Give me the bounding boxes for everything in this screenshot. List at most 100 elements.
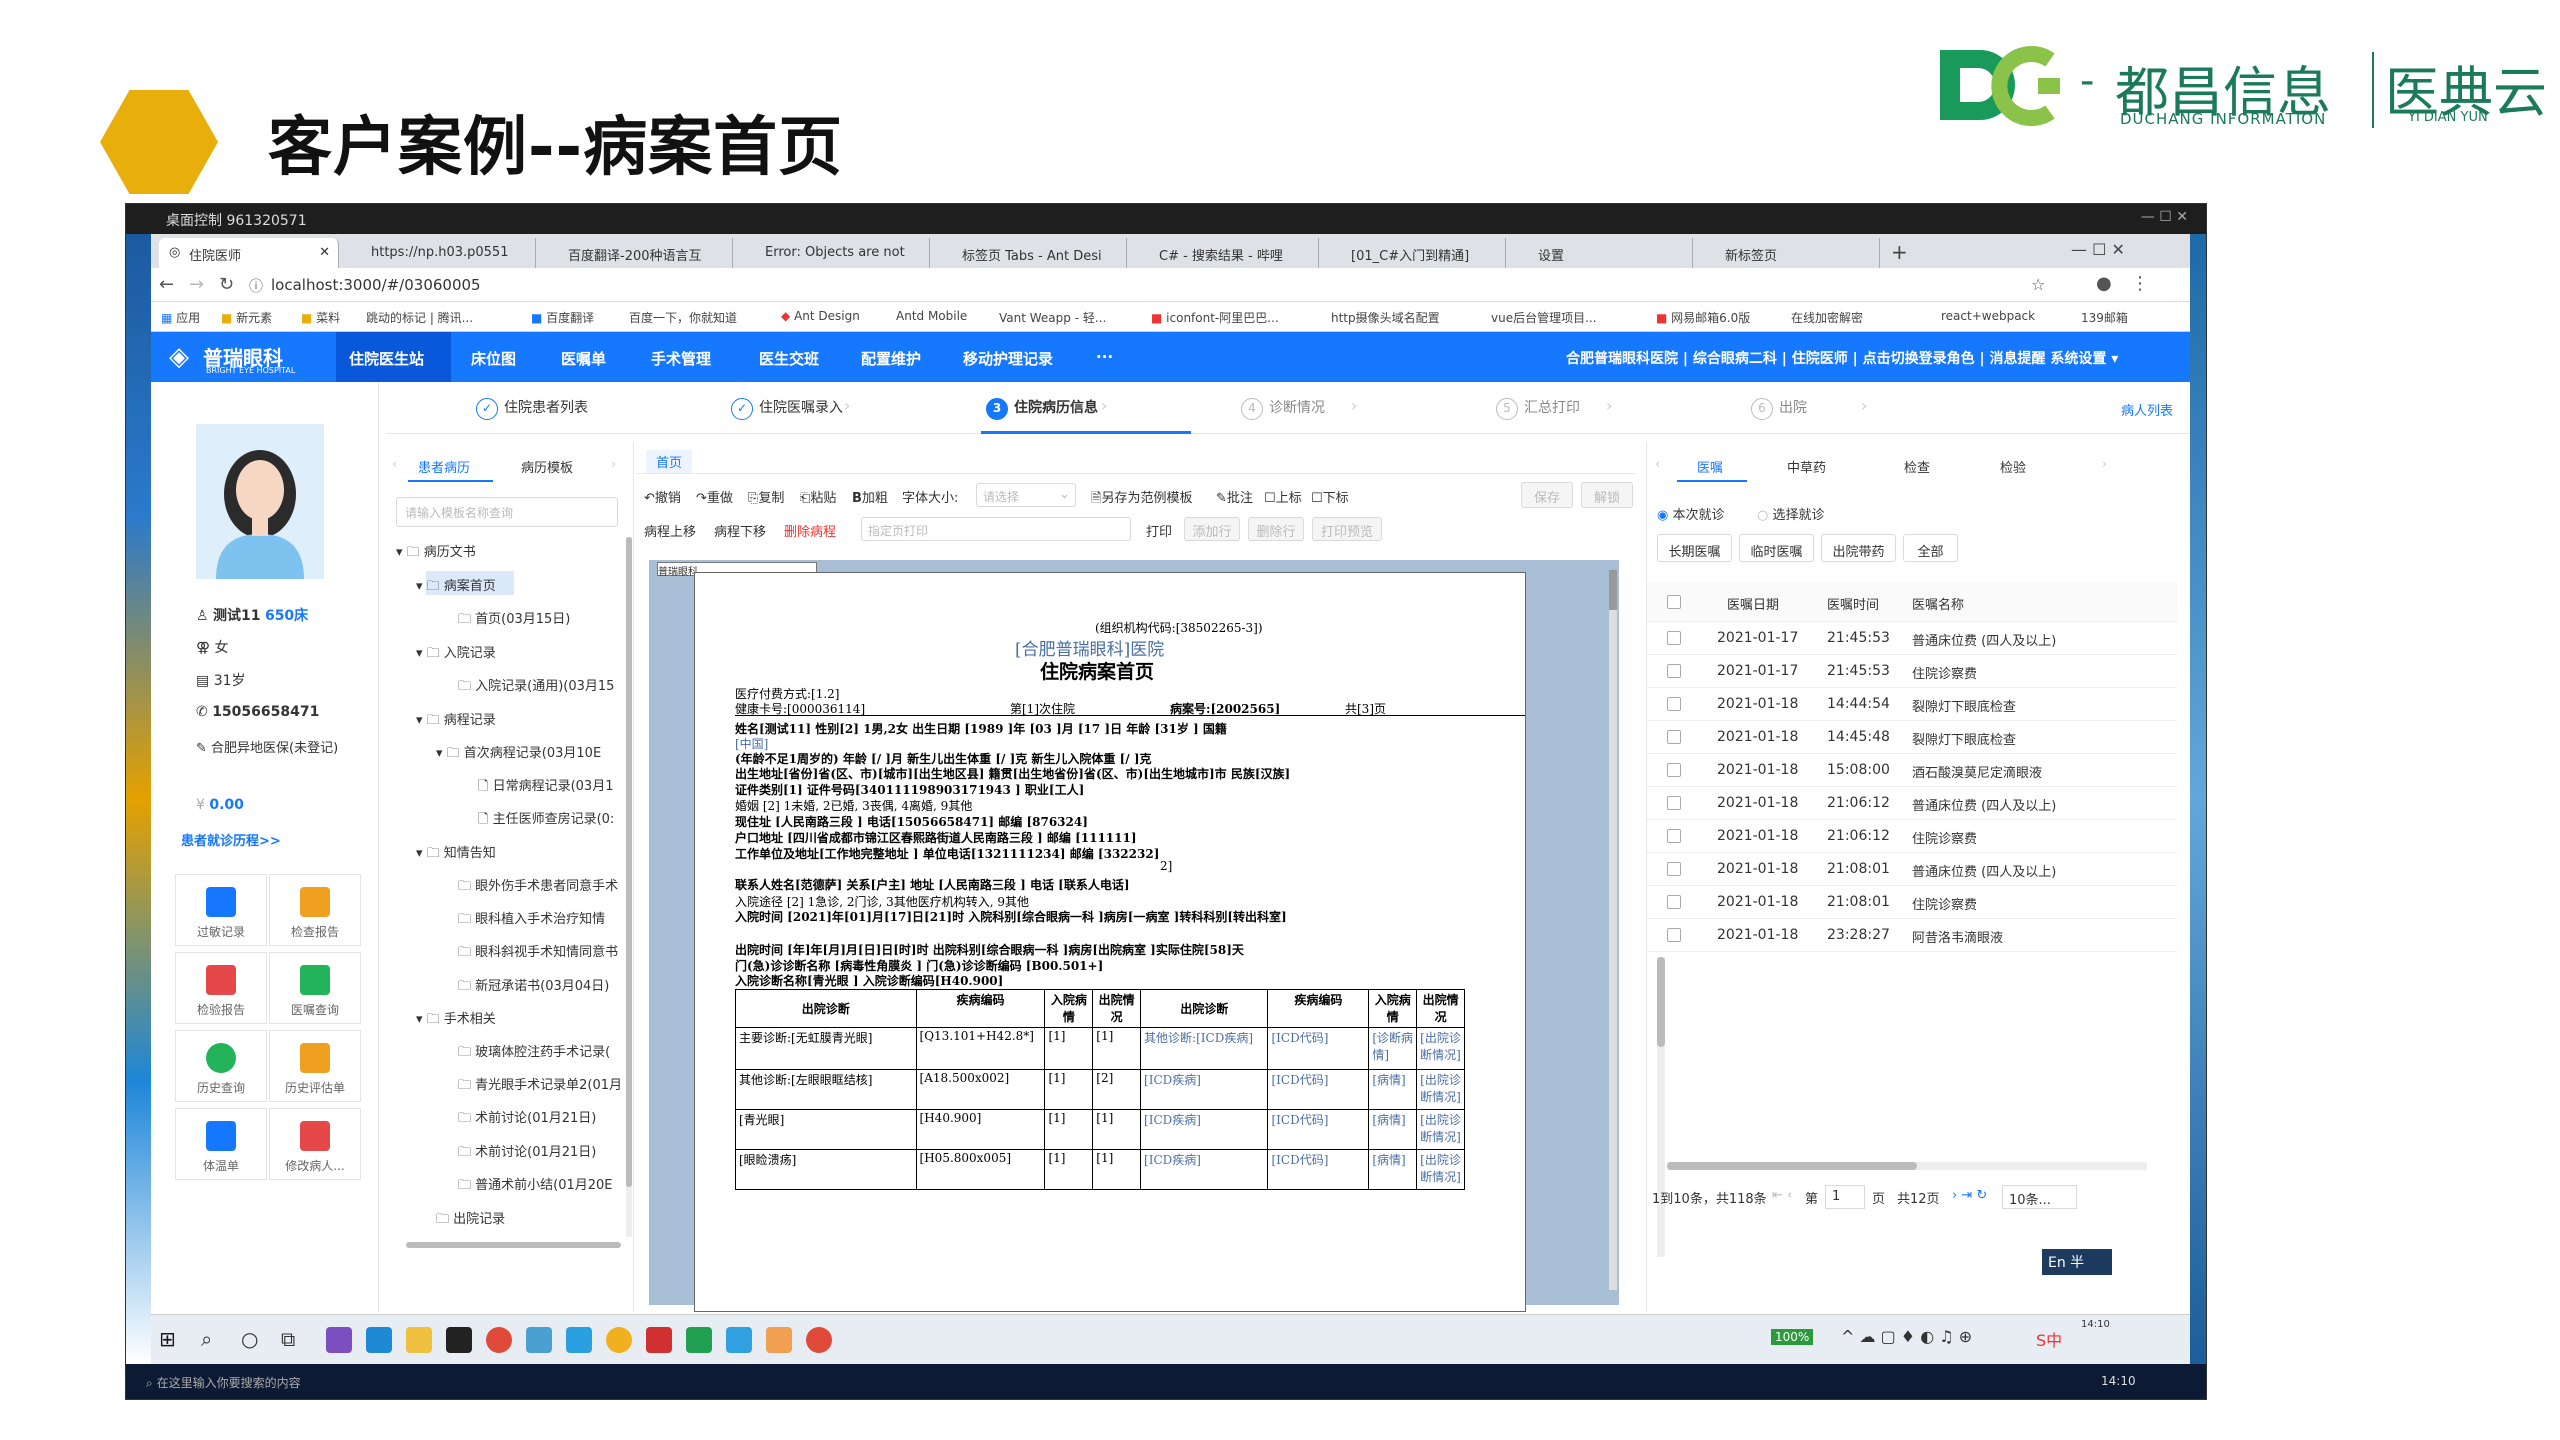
bookmark-item[interactable]: vue后台管理项目... xyxy=(1491,309,1597,326)
url-field[interactable]: localhost:3000/#/03060005 xyxy=(271,276,481,294)
browser-tab[interactable]: Error: Objects are not xyxy=(735,238,930,268)
patient-history-link[interactable]: 患者就诊历程>> xyxy=(181,830,281,849)
tree-file[interactable]: 🗋 日常病程记录(03月1 xyxy=(478,775,628,799)
bookmark-item[interactable]: Antd Mobile xyxy=(896,309,967,323)
filter-long-term[interactable]: 长期医嘱 xyxy=(1657,534,1732,562)
tab-patient-records[interactable]: 患者病历 xyxy=(418,457,470,476)
tree-folder[interactable]: 🗀 出院记录 xyxy=(436,1208,505,1232)
app-icon[interactable] xyxy=(726,1327,752,1353)
doc-scrollbar[interactable] xyxy=(1609,570,1617,1290)
page-size-select[interactable]: 10条... xyxy=(2002,1185,2077,1209)
template-search-input[interactable]: 请输入模板名称查询 xyxy=(396,497,618,527)
table-row[interactable]: 2021-01-18 21:06:12 普通床位费 (四人及以上) xyxy=(1647,787,2177,820)
ime-toolbar[interactable]: En 半 xyxy=(2042,1249,2112,1275)
row-checkbox[interactable] xyxy=(1667,631,1681,645)
delete-record-button[interactable]: 删除病程 xyxy=(784,521,836,540)
row-checkbox[interactable] xyxy=(1667,862,1681,876)
allergy-record-button[interactable]: 过敏记录 xyxy=(175,874,267,946)
nav-orders[interactable]: 医嘱单 xyxy=(561,348,606,369)
browser-tab[interactable]: 设置 xyxy=(1508,238,1693,268)
annotate-button[interactable]: ✎批注 xyxy=(1216,487,1253,506)
telegram-icon[interactable] xyxy=(566,1327,592,1353)
nav-more[interactable]: ··· xyxy=(1096,348,1113,366)
tree-file[interactable]: 🗀 首页(03月15日) xyxy=(458,608,570,632)
battery-indicator[interactable]: 100% xyxy=(1771,1329,1814,1345)
tree-folder[interactable]: ▾ 🗀 病历文书 xyxy=(396,541,476,565)
bookmark-item[interactable]: ■ iconfont-阿里巴巴... xyxy=(1151,309,1279,326)
browser-tab[interactable]: 标签页 Tabs - Ant Desi xyxy=(932,238,1127,268)
row-checkbox[interactable] xyxy=(1667,730,1681,744)
tab-orders[interactable]: 医嘱 xyxy=(1697,457,1723,476)
browser-tab[interactable]: C# - 搜索结果 - 哔哩 xyxy=(1129,238,1319,268)
new-tab-icon[interactable]: + xyxy=(1891,240,1908,264)
filter-temporary[interactable]: 临时医嘱 xyxy=(1739,534,1814,562)
print-button[interactable]: 打印 xyxy=(1146,521,1172,540)
cortana-icon[interactable]: ○ xyxy=(241,1327,258,1351)
superscript-button[interactable]: ☐上标 xyxy=(1264,487,1302,506)
edit-patient-button[interactable]: 修改病人... xyxy=(269,1108,361,1180)
orders-v-scrollbar[interactable] xyxy=(1657,957,1665,1257)
bookmark-item[interactable]: react+webpack xyxy=(1941,309,2035,323)
nav-bed-map[interactable]: 床位图 xyxy=(471,348,516,369)
tree-file[interactable]: 🗀 眼科植入手术治疗知情 xyxy=(458,908,628,932)
bookmark-item[interactable]: 139邮箱 xyxy=(2081,309,2128,326)
tree-folder[interactable]: ▾ 🗀 病程记录 xyxy=(416,709,496,733)
nav-inpatient-station[interactable]: 住院医生站 xyxy=(349,348,424,369)
tab-exam[interactable]: 检查 xyxy=(1904,457,1930,476)
nav-right-info[interactable]: 合肥普瑞眼科医院 | 综合眼病二科 | 住院医师 | 点击切换登录角色 | 消息… xyxy=(1566,348,2118,368)
add-row-button[interactable]: 添加行 xyxy=(1184,517,1240,541)
row-checkbox[interactable] xyxy=(1667,664,1681,678)
vscode-icon[interactable] xyxy=(366,1327,392,1353)
table-row[interactable]: 2021-01-18 21:08:01 住院诊察费 xyxy=(1647,886,2177,919)
chrome-icon[interactable] xyxy=(486,1327,512,1353)
browser-tab[interactable]: https://np.h03.p0551 xyxy=(341,238,536,268)
nav-config[interactable]: 配置维护 xyxy=(861,348,921,369)
ime-icon[interactable]: S中 xyxy=(2036,1327,2062,1351)
orders-h-scrollbar[interactable] xyxy=(1667,1162,2147,1170)
save-button[interactable]: 保存 xyxy=(1521,482,1573,508)
tree-h-scrollbar[interactable] xyxy=(406,1242,621,1248)
radio-current-visit[interactable]: ◉ 本次就诊 xyxy=(1657,504,1725,523)
tree-file[interactable]: 🗀 玻璃体腔注药手术记录( xyxy=(458,1041,628,1065)
history-assessment-button[interactable]: 历史评估单 xyxy=(269,1030,361,1102)
temperature-chart-button[interactable]: 体温单 xyxy=(175,1108,267,1180)
bookmark-item[interactable]: Vant Weapp - 轻... xyxy=(999,309,1106,326)
chevron-left-icon[interactable]: ‹ xyxy=(392,457,397,472)
nav-mobile-nursing[interactable]: 移动护理记录 xyxy=(963,348,1053,369)
forward-icon[interactable]: → xyxy=(189,274,204,295)
tree-folder[interactable]: ▾ 🗀 首次病程记录(03月10E xyxy=(436,742,626,766)
window-controls-icon[interactable]: — ☐ ✕ xyxy=(2141,209,2188,225)
page-input[interactable]: 1 xyxy=(1825,1185,1865,1209)
terminal-icon[interactable] xyxy=(446,1327,472,1353)
tree-folder[interactable]: ▾ 🗀 病案首页 xyxy=(416,575,496,599)
tab-record-templates[interactable]: 病历模板 xyxy=(521,457,573,476)
font-size-select[interactable]: 请选择 ⌄ xyxy=(976,483,1076,507)
row-checkbox[interactable] xyxy=(1667,697,1681,711)
taskview-icon[interactable]: ⧉ xyxy=(281,1327,295,1351)
tree-file[interactable]: 🗀 普通术前小结(01月20E xyxy=(458,1174,628,1198)
paste-button[interactable]: ⎗粘贴 xyxy=(800,487,836,506)
table-row[interactable]: 2021-01-18 23:28:27 阿昔洛韦滴眼液 xyxy=(1647,919,2177,952)
search-icon[interactable]: ⌕ xyxy=(201,1327,212,1351)
table-row[interactable]: 2021-01-18 14:45:48 裂隙灯下眼底检查 xyxy=(1647,721,2177,754)
tree-file[interactable]: 🗀 入院记录(通用)(03月15 xyxy=(458,675,628,699)
bookmark-item[interactable]: ◆ Ant Design xyxy=(781,309,860,323)
tree-file[interactable]: 🗀 眼科斜视手术知情同意书 xyxy=(458,941,628,965)
chrome-icon[interactable] xyxy=(806,1327,832,1353)
bold-button[interactable]: B加粗 xyxy=(852,487,888,506)
app-icon[interactable] xyxy=(766,1327,792,1353)
bookmark-item[interactable]: ■ 网易邮箱6.0版 xyxy=(1656,309,1750,326)
subscript-button[interactable]: ☐下标 xyxy=(1311,487,1349,506)
chevron-right-icon[interactable]: › xyxy=(611,457,616,472)
order-query-button[interactable]: 医嘱查询 xyxy=(269,952,361,1024)
reload-icon[interactable]: ↻ xyxy=(219,274,234,295)
table-row[interactable]: 2021-01-18 15:08:00 酒石酸溴莫尼定滴眼液 xyxy=(1647,754,2177,787)
next-page-icon[interactable]: › ⇥ ↻ xyxy=(1952,1188,1987,1203)
step-patient-list[interactable]: ✓ 住院患者列表 xyxy=(476,397,588,420)
tree-folder[interactable]: ▾ 🗀 手术相关 xyxy=(416,1008,496,1032)
row-checkbox[interactable] xyxy=(1667,928,1681,942)
first-page-icon[interactable]: ⇤ ‹ xyxy=(1772,1188,1792,1203)
window-controls-icon[interactable]: — ☐ ✕ xyxy=(2071,240,2125,259)
local-search-input[interactable]: ⌕ 在这里输入你要搜索的内容 xyxy=(146,1374,301,1391)
page-print-input[interactable]: 指定页打印 xyxy=(861,517,1131,541)
